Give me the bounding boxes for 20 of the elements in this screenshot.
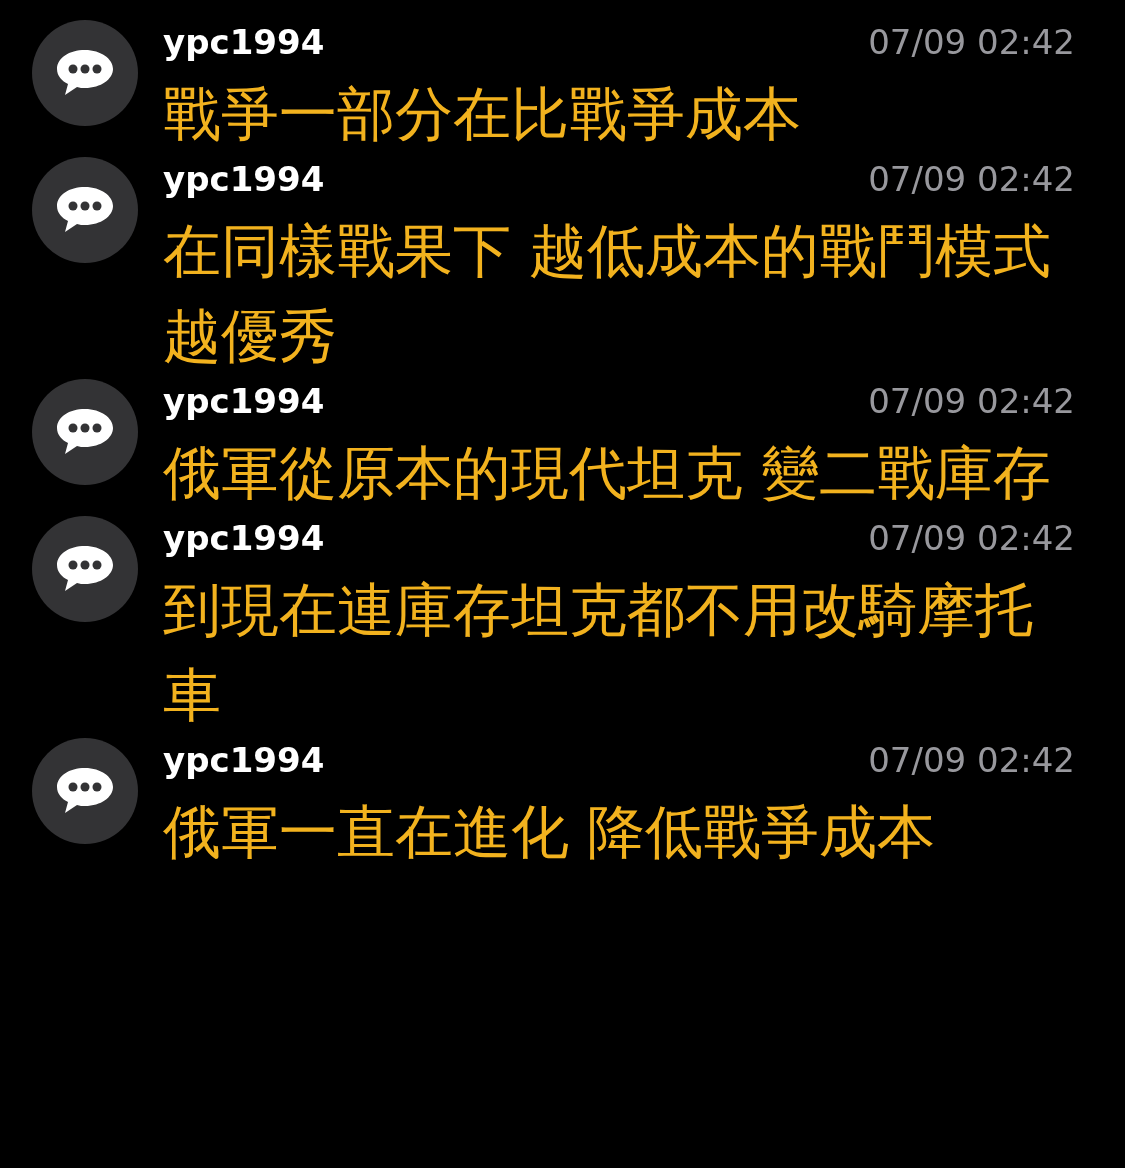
username: ypc1994 — [163, 739, 325, 782]
username: ypc1994 — [163, 380, 325, 423]
timestamp: 07/09 02:42 — [868, 739, 1075, 782]
chat-bubble-icon — [54, 544, 116, 594]
timestamp: 07/09 02:42 — [868, 517, 1075, 560]
timestamp: 07/09 02:42 — [868, 21, 1075, 64]
username: ypc1994 — [163, 158, 325, 201]
chat-bubble-icon — [54, 185, 116, 235]
timestamp: 07/09 02:42 — [868, 158, 1075, 201]
comment-text: 在同樣戰果下 越低成本的戰鬥模式越優秀 — [163, 216, 1053, 372]
chat-bubble-icon — [54, 766, 116, 816]
chat-bubble-icon — [54, 48, 116, 98]
comment-text: 戰爭一部分在比戰爭成本 — [163, 79, 802, 150]
chat-bubble-icon — [54, 407, 116, 457]
comment-text: 俄軍一直在進化 降低戰爭成本 — [163, 797, 937, 868]
username: ypc1994 — [163, 21, 325, 64]
comment-text: 俄軍從原本的現代坦克 變二戰庫存 — [163, 438, 1053, 509]
timestamp: 07/09 02:42 — [868, 380, 1075, 423]
comment-text: 到現在連庫存坦克都不用改騎摩托車 — [163, 575, 1034, 731]
username: ypc1994 — [163, 517, 325, 560]
